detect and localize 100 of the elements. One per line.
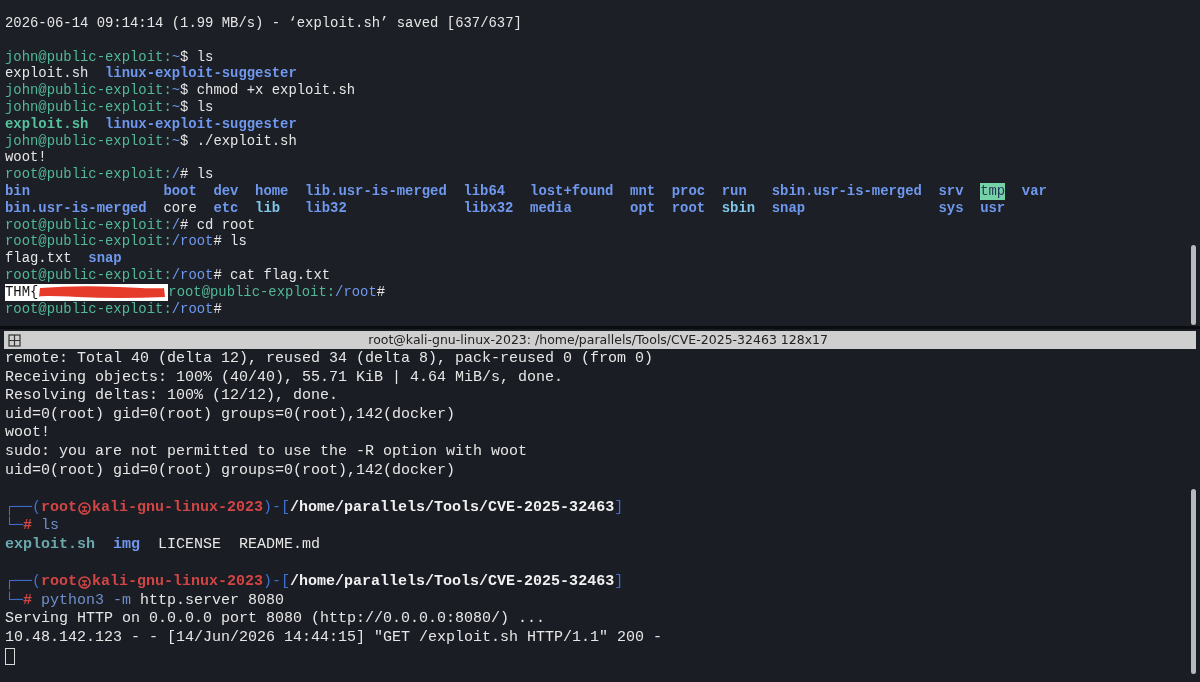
circled-symbol-icon [78, 501, 92, 515]
prompt-sign: # [180, 216, 189, 234]
directory-name: snap [88, 250, 122, 267]
prompt-path: /root [171, 300, 214, 318]
command-text: ls [196, 48, 214, 66]
prompt-path: /home/parallels/Tools/CVE-2025-32463 [290, 498, 615, 518]
directory-name: home [255, 182, 289, 200]
prompt-path: / [171, 216, 181, 234]
prompt-path: / [171, 166, 181, 183]
directory-name: boot [163, 182, 197, 200]
prompt-user: john@public-exploit: [5, 132, 172, 150]
command-text: python3 [41, 591, 105, 611]
file-name: exploit.sh [5, 65, 89, 83]
file-name: LICENSE [158, 535, 222, 555]
text-cursor [5, 648, 15, 666]
prompt-frame: )-[ [263, 498, 291, 518]
directory-name: tmp [980, 182, 1006, 200]
link-name: lib [255, 199, 282, 217]
prompt-path: ~ [171, 132, 181, 150]
prompt-sign: $ [180, 99, 189, 116]
command-text: ls [196, 99, 214, 116]
directory-name: lib64 [463, 182, 507, 200]
circled-symbol-icon [78, 575, 92, 589]
output-text: Receiving objects: 100% (40/40), 55.71 KiB | 4.64 MiB/s, done. [5, 368, 564, 388]
output-text: 2026-06-14 09:14:14 (1.99 MB/s) - ‘exploit.sh’ saved [637/637] [5, 15, 522, 32]
directory-name: root [671, 199, 706, 217]
prompt-path: /home/parallels/Tools/CVE-2025-32463 [290, 573, 615, 592]
directory-name: bin.usr-is-merged [5, 199, 147, 217]
scrollbar-thumb[interactable] [1191, 489, 1196, 674]
prompt-user: root@public-exploit: [168, 283, 336, 301]
prompt-sign: # [23, 517, 33, 536]
prompt-sign: # [213, 266, 222, 284]
link-name: sbin [721, 199, 756, 217]
prompt-sign: # [23, 591, 33, 611]
prompt-path: /root [335, 283, 377, 301]
command-text: cd root [196, 216, 256, 234]
directory-name: srv [938, 182, 964, 200]
command-text: ./exploit.sh [196, 132, 297, 150]
directory-name: media [530, 199, 573, 217]
prompt-sign: $ [180, 132, 189, 150]
output-text: uid=0(root) gid=0(root) groups=0(root),142(docker) [5, 405, 456, 425]
prompt-path: ~ [171, 99, 181, 116]
directory-name: sys [938, 199, 964, 217]
output-text: Resolving deltas: 100% (12/12), done. [5, 387, 339, 406]
prompt-host: kali-gnu-linux-2023 [92, 498, 264, 518]
prompt-sign: # [213, 300, 222, 318]
prompt-user: root [41, 498, 78, 518]
command-text: ls [41, 517, 60, 536]
prompt-path: /root [171, 233, 214, 251]
prompt-user: root@public-exploit: [5, 266, 172, 284]
output-text: remote: Total 40 (delta 12), reused 34 (delta 8), pack-reused 0 (from 0) [5, 350, 654, 369]
prompt-user: root@public-exploit: [5, 300, 172, 318]
directory-name: dev [213, 182, 239, 200]
terminal-grid-icon[interactable] [8, 333, 21, 347]
window-title: root@kali-gnu-linux-2023: /home/parallels/Tools/CVE-2025-32463 128x17 [368, 330, 828, 349]
directory-name: linux-exploit-suggester [105, 65, 297, 83]
prompt-frame: ┌──( [5, 573, 41, 592]
output-text: woot! [5, 424, 50, 443]
prompt-host: kali-gnu-linux-2023 [92, 573, 264, 592]
executable-name: exploit.sh [5, 115, 89, 133]
directory-name: linux-exploit-suggester [105, 115, 297, 133]
command-text: http.server 8080 [140, 591, 285, 611]
directory-name: lib32 [305, 199, 348, 217]
prompt-frame: ] [614, 498, 624, 518]
file-name: core [163, 199, 197, 217]
output-text: uid=0(root) gid=0(root) groups=0(root),142(docker) [5, 461, 456, 481]
command-text: ls [196, 166, 214, 183]
directory-name: snap [771, 199, 807, 217]
scrollbar-thumb[interactable] [1191, 245, 1196, 325]
executable-name: exploit.sh [5, 535, 95, 555]
prompt-user: root@public-exploit: [5, 233, 172, 251]
command-text: chmod +x exploit.sh [196, 82, 356, 99]
prompt-sign: # [180, 166, 189, 183]
directory-name: mnt [630, 182, 656, 200]
prompt-sign: $ [180, 48, 189, 66]
directory-name: bin [5, 182, 31, 200]
prompt-frame: )-[ [263, 573, 291, 592]
command-text: -m [113, 591, 132, 611]
directory-name: sbin.usr-is-merged [771, 182, 922, 200]
prompt-user: root [41, 573, 78, 592]
prompt-sign: $ [180, 82, 189, 99]
prompt-path: /root [171, 266, 214, 284]
directory-name: etc [213, 199, 239, 217]
directory-name: libx32 [463, 199, 514, 217]
directory-name: usr [980, 199, 1006, 217]
prompt-path: ~ [171, 82, 181, 99]
prompt-frame: └─ [5, 591, 23, 611]
prompt-user: john@public-exploit: [5, 82, 172, 99]
prompt-sign: # [213, 233, 222, 251]
command-text: ls [230, 233, 247, 251]
prompt-user: john@public-exploit: [5, 99, 172, 116]
prompt-user: root@public-exploit: [5, 166, 172, 183]
prompt-frame: ┌──( [5, 498, 41, 518]
command-text: cat flag.txt [230, 266, 331, 284]
prompt-path: ~ [171, 48, 181, 66]
output-text: 10.48.142.123 - - [14/Jun/2026 14:44:15] "GET /exploit.sh HTTP/1.1" 200 - [5, 628, 663, 648]
directory-name: lost+found [530, 182, 614, 200]
output-text: sudo: you are not permitted to use the -R option with woot [5, 442, 528, 462]
directory-name: opt [630, 199, 656, 217]
prompt-frame: └─ [5, 517, 23, 536]
